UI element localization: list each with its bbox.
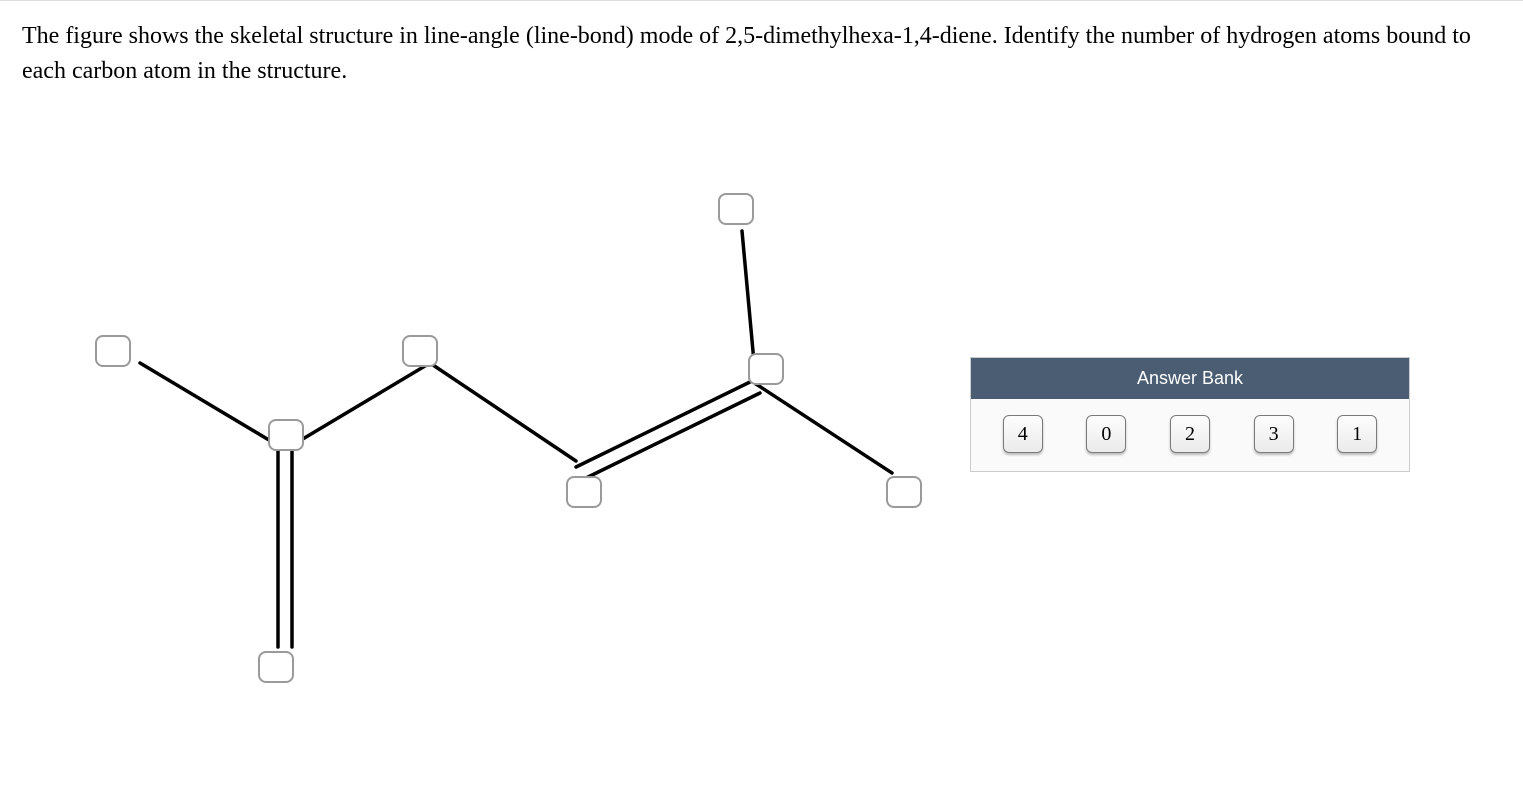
drop-target-carbon-6[interactable] [886, 476, 922, 508]
drop-target-carbon-5[interactable] [748, 353, 784, 385]
molecule-diagram [60, 171, 960, 731]
answer-bank-title: Answer Bank [971, 358, 1409, 399]
answer-tile-4[interactable]: 4 [1003, 415, 1043, 453]
answer-tile-0[interactable]: 0 [1086, 415, 1126, 453]
answer-tile-3[interactable]: 3 [1254, 415, 1294, 453]
drop-target-carbon-1-ch2[interactable] [258, 651, 294, 683]
answer-bank: Answer Bank 4 0 2 3 1 [970, 357, 1410, 472]
drop-target-carbon-2[interactable] [268, 419, 304, 451]
drop-target-carbon-3[interactable] [402, 335, 438, 367]
drop-target-carbon-5-methyl[interactable] [718, 193, 754, 225]
question-text: The figure shows the skeletal structure … [0, 1, 1523, 89]
answer-tile-2[interactable]: 2 [1170, 415, 1210, 453]
answer-bank-items: 4 0 2 3 1 [971, 399, 1409, 471]
answer-tile-1[interactable]: 1 [1337, 415, 1377, 453]
drop-target-carbon-1-methyl[interactable] [95, 335, 131, 367]
drop-target-carbon-4[interactable] [566, 476, 602, 508]
skeletal-structure-svg [60, 171, 960, 731]
